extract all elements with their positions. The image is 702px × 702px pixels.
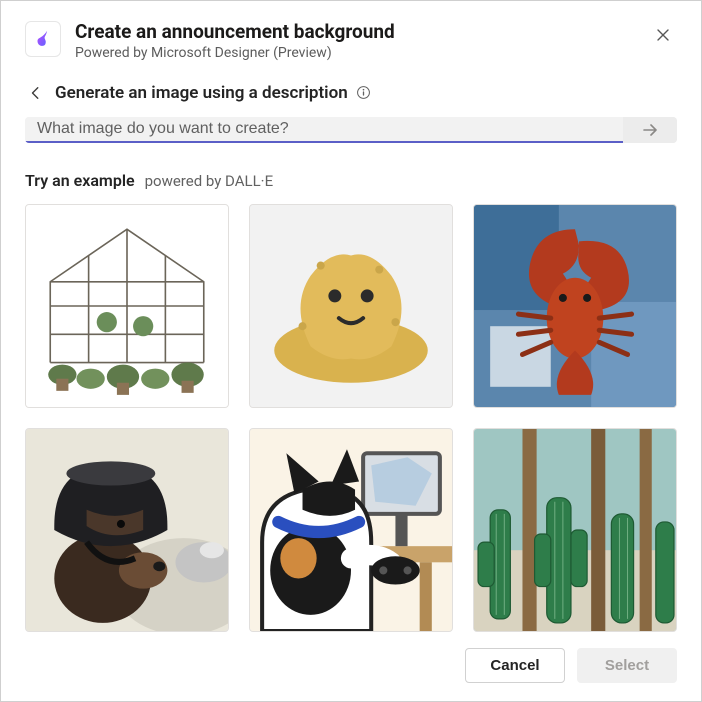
designer-icon [25,21,61,57]
close-button[interactable] [649,21,677,49]
select-button: Select [577,648,677,683]
breadcrumb: Generate an image using a description [25,83,677,103]
example-sponge-plush[interactable] [249,204,453,408]
backrow-label: Generate an image using a description [55,83,348,103]
example-cat-gaming[interactable] [249,428,453,632]
examples-heading: Try an example [25,171,135,190]
example-lobster-painting[interactable] [473,204,677,408]
dialog-title: Create an announcement background [75,21,635,44]
dialog-footer: Cancel Select [25,632,677,683]
submit-button[interactable] [623,117,677,143]
create-announcement-bg-dialog: Create an announcement background Powere… [0,0,702,702]
example-cactus-collage[interactable] [473,428,677,632]
examples-grid [25,204,677,632]
cancel-button[interactable]: Cancel [465,648,565,683]
examples-header: Try an example powered by DALL·E [25,171,677,190]
dialog-header: Create an announcement background Powere… [25,21,677,61]
prompt-input[interactable] [25,117,623,143]
examples-powered-by: powered by DALL·E [145,172,274,190]
example-greenhouse[interactable] [25,204,229,408]
back-button[interactable] [25,84,47,102]
info-icon[interactable] [356,85,371,100]
arrow-right-icon [640,120,660,140]
dialog-subtitle: Powered by Microsoft Designer (Preview) [75,45,635,61]
example-bear-helmet[interactable] [25,428,229,632]
prompt-input-wrap [25,117,677,143]
chevron-left-icon [29,86,43,100]
close-icon [655,27,671,43]
